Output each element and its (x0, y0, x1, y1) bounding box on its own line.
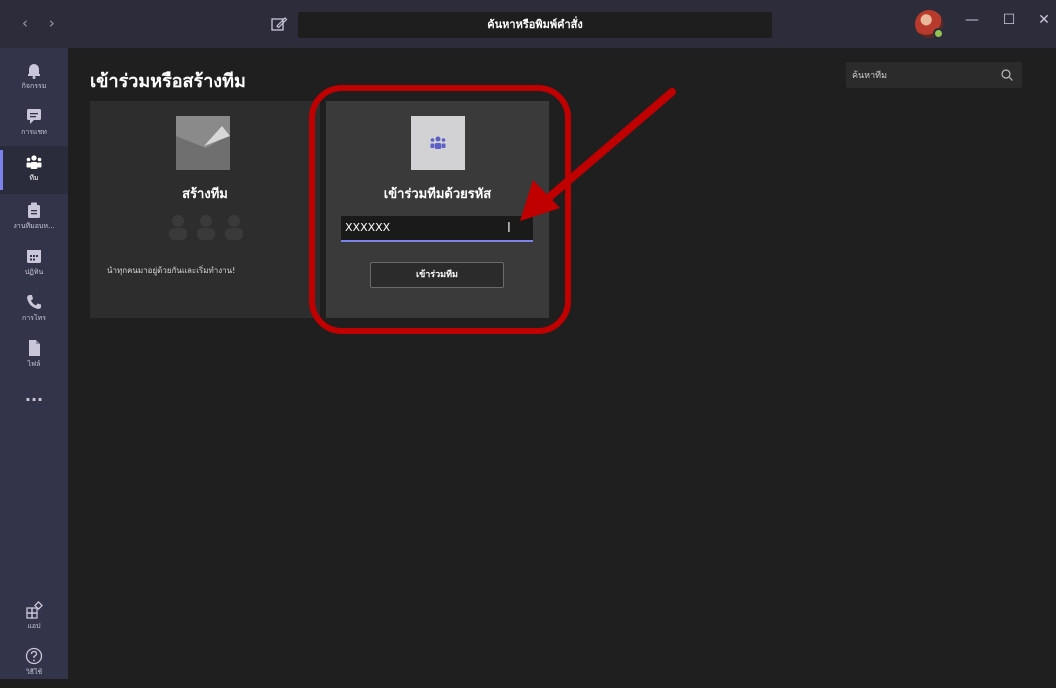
command-search-box[interactable]: ค้นหาหรือพิมพ์คำสั่ง (298, 12, 772, 38)
rail-item-teams[interactable]: ทีม (0, 146, 68, 194)
back-button[interactable]: ‹ (14, 14, 36, 32)
rail-item-files[interactable]: ไฟล์ (0, 332, 68, 380)
rail-item-label: การโทร (21, 314, 47, 322)
join-team-title: เข้าร่วมทีมด้วยรหัส (383, 187, 492, 202)
text-cursor-icon: I (507, 221, 511, 236)
close-button[interactable]: ✕ (1032, 12, 1056, 28)
join-team-button[interactable]: เข้าร่วมทีม (370, 262, 504, 288)
minimize-button[interactable]: — (960, 12, 984, 28)
rail-item-label: ไฟล์ (27, 360, 41, 368)
rail-item-assignments[interactable]: งานที่มอบห... (0, 194, 68, 242)
help-icon (25, 647, 43, 665)
title-bar: ‹ › ค้นหาหรือพิมพ์คำสั่ง — ☐ ✕ (0, 0, 1056, 48)
rail-item-apps[interactable]: แอป (0, 594, 68, 642)
new-chat-icon[interactable] (268, 13, 290, 35)
maximize-button[interactable]: ☐ (997, 12, 1021, 28)
teams-logo-icon (411, 116, 465, 170)
rail-item-label: การแชท (21, 128, 47, 136)
bell-icon (28, 64, 40, 79)
history-nav: ‹ › (14, 14, 63, 32)
phone-icon (27, 295, 41, 309)
forward-button[interactable]: › (41, 14, 63, 32)
arrow-shaft (542, 88, 676, 204)
rail-item-calendar[interactable]: ปฏิทิน (0, 240, 68, 288)
rail-item-activity[interactable]: กิจกรรม (0, 54, 68, 102)
rail-item-label: วิธีใช้ (25, 668, 43, 676)
more-icon: ... (24, 386, 44, 405)
rail-item-help[interactable]: วิธีใช้ (0, 640, 68, 688)
team-search-placeholder: ค้นหาทีม (852, 71, 888, 81)
calendar-icon (27, 250, 41, 263)
rail-item-label: งานที่มอบห... (13, 222, 55, 230)
page-title: เข้าร่วมหรือสร้างทีม (90, 71, 246, 92)
rail-more-button[interactable]: ... (0, 382, 68, 410)
create-team-description: นำทุกคนมาอยู่ด้วยกันและเริ่มทำงาน! (107, 266, 236, 275)
rail-item-label: ทีม (29, 174, 39, 182)
create-team-card[interactable]: สร้างทีม นำทุกคนมาอยู่ด้วยกันและเริ่มทำง… (90, 101, 320, 318)
search-icon (1001, 69, 1013, 81)
presence-badge (933, 28, 944, 39)
chat-icon (27, 109, 41, 124)
people-icon (169, 215, 243, 240)
team-search-input[interactable]: ค้นหาทีม (846, 62, 1022, 88)
create-team-thumbnail (176, 116, 230, 170)
team-code-input[interactable]: XXXXXX (341, 216, 533, 242)
rail-item-chat[interactable]: การแชท (0, 100, 68, 148)
assignment-icon (28, 202, 40, 218)
rail-item-calls[interactable]: การโทร (0, 286, 68, 334)
rail-item-label: กิจกรรม (21, 82, 47, 90)
apps-icon (26, 601, 43, 619)
create-team-title: สร้างทีม (182, 187, 228, 202)
file-icon (29, 340, 40, 356)
rail-item-label: แอป (27, 622, 41, 630)
app-rail: กิจกรรม การแชท ทีม งานที่มอบห... ปฏิทิน … (0, 48, 68, 679)
teams-icon (26, 155, 42, 169)
rail-item-label: ปฏิทิน (24, 268, 44, 276)
